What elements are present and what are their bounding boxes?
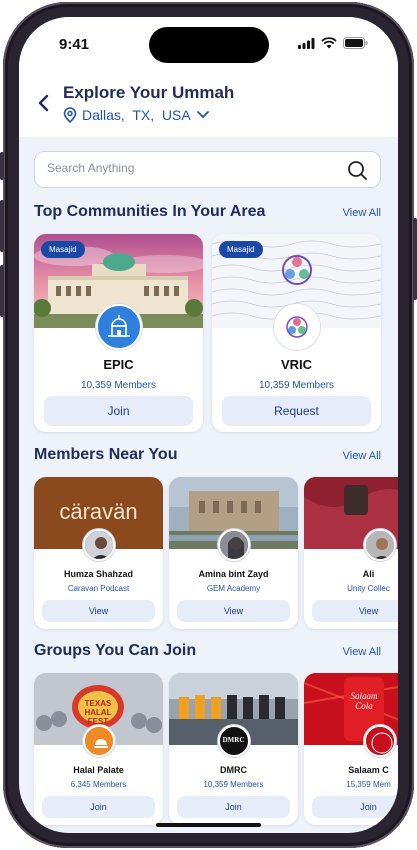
status-time: 9:41 [59, 36, 90, 53]
join-button[interactable]: Join [312, 796, 398, 818]
status-bar: 9:41 [19, 17, 398, 71]
view-button[interactable]: View [42, 600, 155, 622]
home-indicator[interactable] [156, 823, 261, 827]
community-logo [273, 304, 320, 350]
request-button[interactable]: Request [222, 396, 371, 426]
join-button[interactable]: Join [44, 396, 193, 426]
location-selector[interactable]: Dallas, TX, USA [63, 107, 210, 123]
wifi-icon [321, 37, 337, 49]
avatar [82, 529, 115, 561]
group-name: DMRC [220, 765, 247, 775]
member-org: GEM Academy [206, 584, 261, 593]
member-org: Caravan Podcast [67, 584, 130, 593]
avatar [364, 529, 396, 561]
community-name: VRIC [280, 357, 313, 372]
member-card[interactable]: Ali Unity Collec View [304, 477, 398, 629]
group-logo [364, 725, 396, 757]
side-button [413, 218, 417, 300]
screen: 9:41 Explore Your Ummah Dallas, TX, USA … [19, 17, 398, 833]
category-badge: Masajid [219, 241, 263, 258]
community-card-vric[interactable]: Masajid VRIC 10,359 Members Request [212, 234, 381, 432]
member-card[interactable]: cäravän Humza Shahzad Caravan Podcast Vi… [34, 477, 163, 629]
cola-text: Salaam Cola [350, 691, 378, 711]
member-card[interactable]: Amina bint Zayd GEM Academy View [169, 477, 298, 629]
location-label: Dallas, TX, USA [82, 107, 191, 123]
community-name: EPIC [103, 357, 134, 372]
avatar [217, 529, 250, 561]
group-name: Salaam C [348, 765, 389, 775]
section-title-members: Members Near You [34, 446, 178, 463]
battery-icon [343, 37, 368, 49]
member-org: Unity Collec [347, 584, 390, 593]
group-name: Halal Palate [73, 765, 124, 775]
side-button [0, 152, 4, 180]
section-title-groups: Groups You Can Join [34, 642, 197, 659]
star-logo-icon [285, 316, 308, 338]
section-title-communities: Top Communities In Your Area [34, 203, 266, 220]
view-button[interactable]: View [312, 600, 398, 622]
back-arrow-icon[interactable] [35, 91, 55, 115]
search-input[interactable] [47, 161, 327, 175]
member-name: Humza Shahzad [63, 569, 133, 579]
location-pin-icon [63, 107, 77, 123]
search-bar [34, 151, 381, 188]
group-members: 6,345 Members [70, 780, 127, 789]
group-card[interactable]: TEXAS HALAL FEST Halal Palate 6,345 Memb… [34, 673, 163, 825]
header: Explore Your Ummah Dallas, TX, USA [19, 71, 398, 137]
community-card-epic[interactable]: Masajid EPIC 10,359 Members Join [34, 234, 203, 432]
join-button[interactable]: Join [42, 796, 155, 818]
mosque-logo-icon [107, 315, 130, 337]
community-members: 10,359 Members [80, 380, 157, 391]
group-logo: DMRC [217, 725, 250, 757]
group-logo-text: DMRC [222, 736, 245, 744]
search-icon[interactable] [346, 159, 368, 181]
member-name: Amina bint Zayd [198, 569, 269, 579]
side-button [0, 265, 4, 317]
view-all-communities-link[interactable]: View All [343, 207, 381, 219]
group-members: 15,359 Mem [346, 780, 391, 789]
banner-text: cäravän [59, 499, 138, 524]
community-logo [95, 304, 142, 350]
dynamic-island [149, 27, 269, 63]
category-badge: Masajid [41, 241, 85, 258]
community-members: 10,359 Members [258, 380, 335, 391]
group-logo [82, 725, 115, 757]
view-all-groups-link[interactable]: View All [343, 646, 381, 658]
chevron-down-icon [196, 111, 209, 119]
view-all-members-link[interactable]: View All [343, 450, 381, 462]
signal-icon [298, 37, 315, 49]
side-button [0, 200, 4, 252]
view-button[interactable]: View [177, 600, 290, 622]
member-name: Ali [362, 569, 375, 579]
festival-text: TEXAS HALAL FEST [84, 699, 112, 726]
group-members: 10,359 Members [203, 780, 264, 789]
page-title: Explore Your Ummah [63, 83, 235, 102]
group-card[interactable]: DMRC DMRC 10,359 Members Join [169, 673, 298, 825]
group-card[interactable]: Salaam Cola Salaam C 15,359 Mem Join [304, 673, 398, 825]
status-icons [298, 37, 368, 49]
join-button[interactable]: Join [177, 796, 290, 818]
